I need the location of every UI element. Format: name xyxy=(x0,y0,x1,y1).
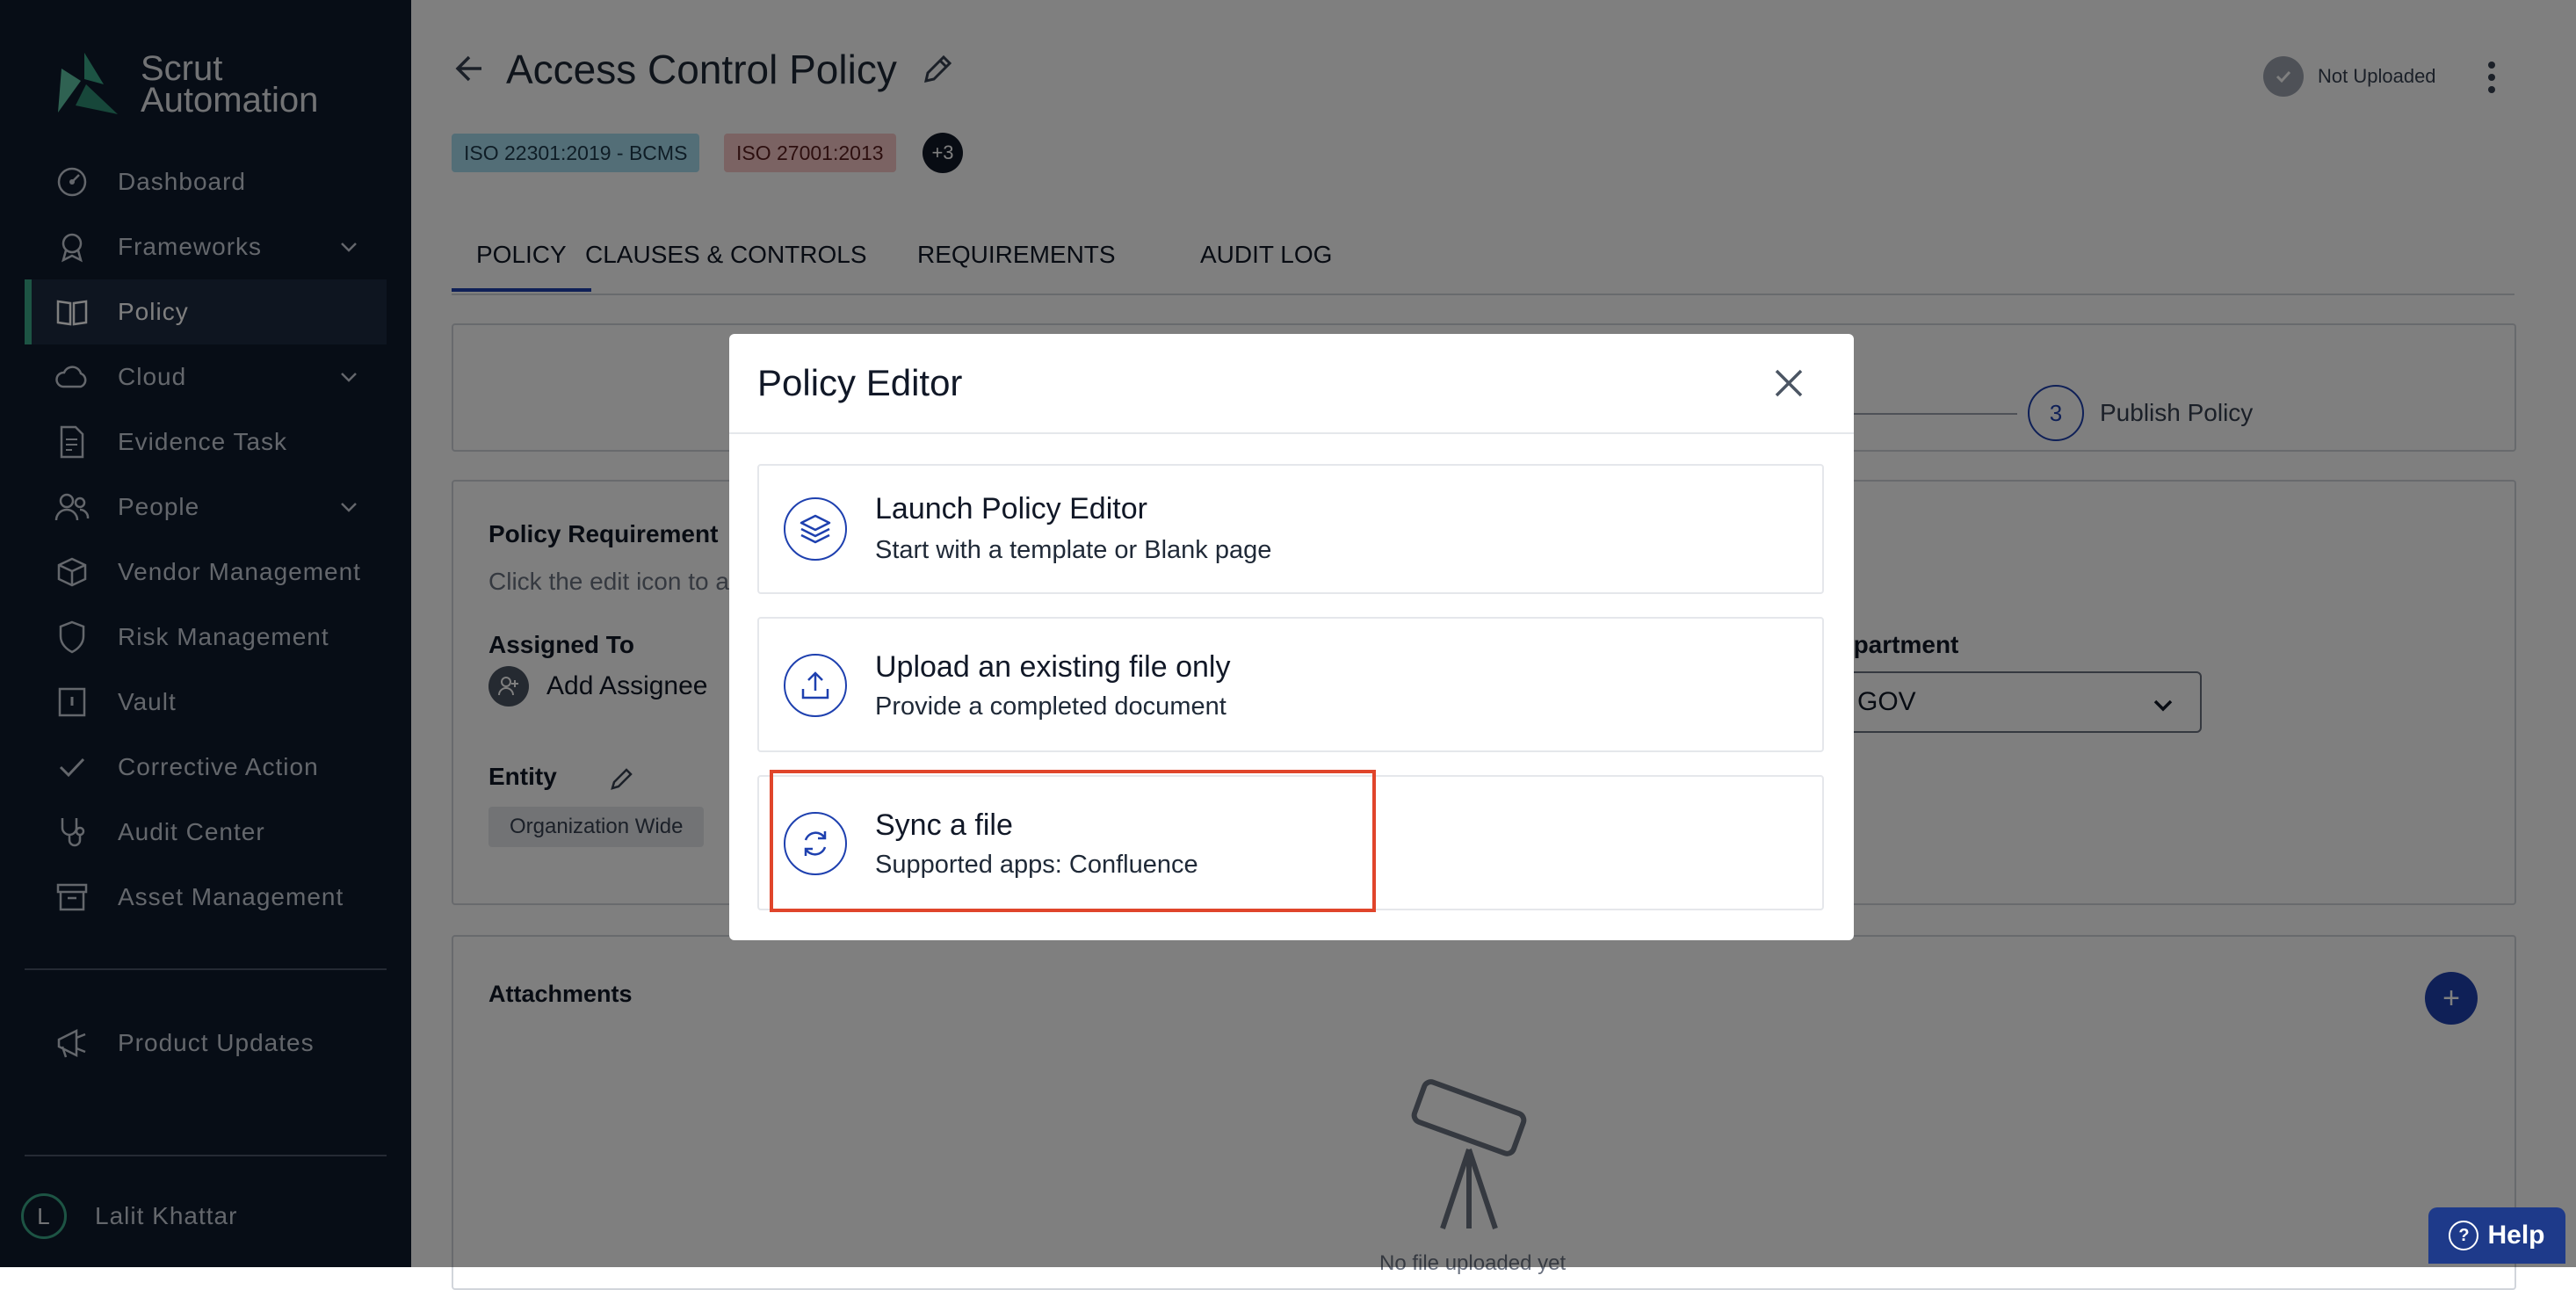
option-title: Launch Policy Editor xyxy=(875,492,1147,525)
modal-header: Policy Editor xyxy=(729,334,1854,434)
help-button[interactable]: ? Help xyxy=(2428,1207,2565,1264)
close-icon[interactable] xyxy=(1773,367,1805,399)
option-subtitle: Provide a completed document xyxy=(875,692,1226,721)
question-icon: ? xyxy=(2449,1221,2479,1250)
option-subtitle: Start with a template or Blank page xyxy=(875,536,1272,564)
modal-title: Policy Editor xyxy=(757,362,963,403)
option-upload-existing-file[interactable]: Upload an existing file only Provide a c… xyxy=(757,617,1824,752)
highlight-box xyxy=(770,770,1376,912)
option-launch-policy-editor[interactable]: Launch Policy Editor Start with a templa… xyxy=(757,464,1824,594)
upload-icon xyxy=(784,654,847,717)
layers-icon xyxy=(784,497,847,561)
option-title: Upload an existing file only xyxy=(875,650,1231,684)
help-label: Help xyxy=(2487,1221,2545,1250)
